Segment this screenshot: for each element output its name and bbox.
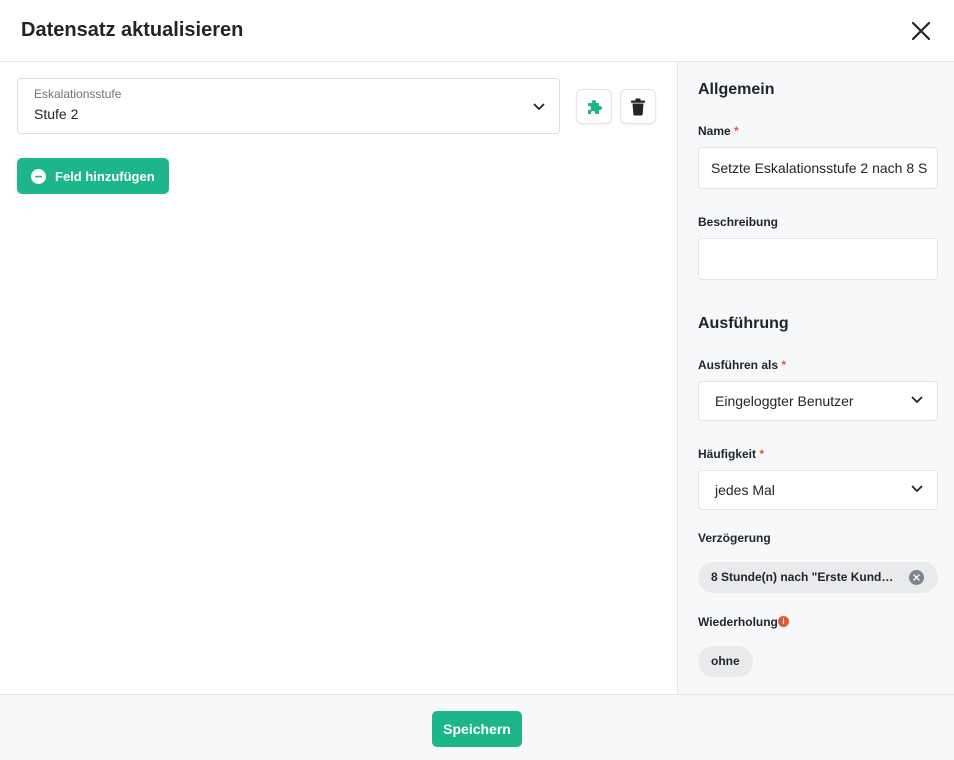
run-as-field-label: Ausführen als *	[698, 358, 787, 372]
general-section-title: Allgemein	[698, 81, 775, 98]
delay-chip[interactable]: 8 Stunde(n) nach "Erste Kunden...	[698, 562, 938, 593]
repeat-chip[interactable]: ohne	[698, 646, 753, 677]
add-field-button[interactable]: Feld hinzufügen	[17, 158, 169, 194]
execution-section-title: Ausführung	[698, 315, 789, 332]
close-button[interactable]	[908, 18, 934, 44]
description-field-label: Beschreibung	[698, 215, 779, 229]
save-button[interactable]: Speichern	[432, 711, 522, 747]
trash-icon	[631, 98, 645, 115]
required-marker: *	[734, 124, 739, 138]
required-marker: *	[781, 358, 787, 372]
puzzle-icon	[588, 99, 602, 114]
run-as-select[interactable]: Eingeloggter Benutzer	[698, 381, 938, 421]
plugin-button[interactable]	[576, 89, 612, 124]
chevron-down-icon	[911, 396, 923, 403]
escalation-level-select[interactable]: Eskalationsstufe Stufe 2	[17, 78, 560, 134]
dialog-title: Datensatz aktualisieren	[21, 19, 244, 41]
frequency-value: jedes Mal	[715, 482, 775, 498]
plus-circle-icon	[31, 168, 46, 184]
frequency-field-label: Häufigkeit *	[698, 447, 765, 461]
info-icon[interactable]: i	[778, 616, 789, 627]
repeat-field-label: Wiederholung	[698, 615, 778, 629]
frequency-select[interactable]: jedes Mal	[698, 470, 938, 510]
remove-icon[interactable]	[909, 570, 924, 585]
dialog-header: Datensatz aktualisieren	[0, 0, 954, 62]
chevron-down-icon	[533, 103, 545, 110]
chevron-down-icon	[911, 485, 923, 492]
close-icon	[911, 21, 931, 40]
run-as-value: Eingeloggter Benutzer	[715, 393, 854, 409]
settings-sidebar: Allgemein Name * Setzte Eskalationsstufe…	[677, 62, 954, 694]
delay-chip-label: 8 Stunde(n) nach "Erste Kunden...	[711, 570, 897, 584]
required-marker: *	[759, 447, 765, 461]
delete-button[interactable]	[620, 89, 656, 124]
add-field-label: Feld hinzufügen	[55, 168, 155, 184]
main-panel: Eskalationsstufe Stufe 2 Feld hinzufügen	[0, 62, 677, 694]
escalation-level-value: Stufe 2	[34, 106, 79, 122]
delay-field-label: Verzögerung	[698, 531, 771, 545]
name-field-label: Name *	[698, 124, 739, 138]
escalation-level-label: Eskalationsstufe	[34, 87, 122, 101]
description-input[interactable]	[698, 238, 938, 280]
name-input[interactable]: Setzte Eskalationsstufe 2 nach 8 S	[698, 147, 938, 189]
dialog-footer: Speichern	[0, 694, 954, 760]
